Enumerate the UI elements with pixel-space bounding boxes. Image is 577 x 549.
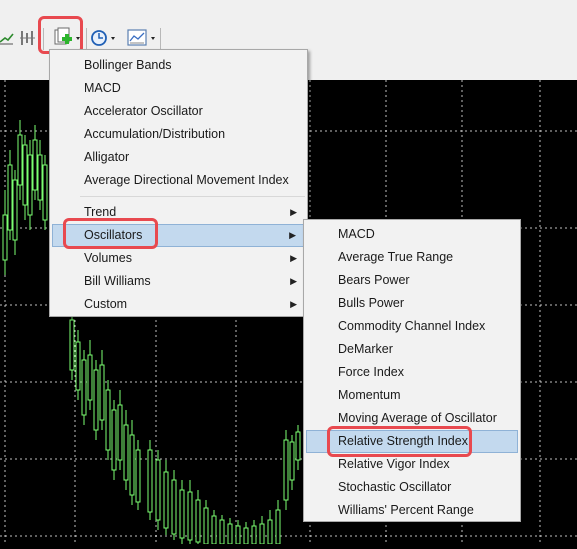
candle-body (105, 389, 111, 451)
candle-body (135, 449, 141, 503)
menu-item-label: Volumes (84, 251, 132, 265)
candle-body (275, 509, 281, 545)
candle-body (27, 154, 33, 216)
candle-body (12, 179, 18, 241)
menu-item-label: Bill Williams (84, 274, 151, 288)
submenu-item-demarker[interactable]: DeMarker (306, 338, 518, 361)
submenu-item-label: Commodity Channel Index (338, 319, 486, 333)
candle-body (179, 489, 185, 539)
submenu-item-label: Average True Range (338, 250, 454, 264)
menu-item-label: Alligator (84, 150, 130, 164)
menu-item-label: Accumulation/Distribution (84, 127, 226, 141)
submenu-arrow-icon: ▶ (290, 253, 297, 263)
line-chart-icon[interactable] (0, 24, 14, 52)
candle-body (227, 523, 233, 545)
candle-body (2, 214, 8, 261)
candle-body (7, 164, 13, 231)
candle-body (155, 459, 161, 521)
menu-item-label: Custom (84, 297, 128, 311)
candle-body (211, 515, 217, 545)
menu-separator (80, 196, 305, 197)
candle-body (42, 164, 48, 221)
submenu-arrow-icon: ▶ (289, 230, 296, 240)
candle-body (111, 409, 117, 471)
menu-item-volumes[interactable]: Volumes ▶ (52, 247, 305, 270)
candle-body (289, 441, 295, 481)
candle-body (37, 154, 43, 201)
candle-body (203, 507, 209, 545)
submenu-arrow-icon: ▶ (290, 207, 297, 217)
menu-item-accelerator-oscillator[interactable]: Accelerator Oscillator (52, 100, 305, 123)
candle-body (117, 404, 123, 461)
submenu-item-average-true-range[interactable]: Average True Range (306, 246, 518, 269)
candle-body (251, 525, 257, 545)
candle-body (195, 499, 201, 543)
submenu-item-label: Relative Vigor Index (338, 457, 450, 471)
menu-item-bill-williams[interactable]: Bill Williams ▶ (52, 270, 305, 293)
candle-body (129, 434, 135, 496)
menu-item-label: Average Directional Movement Index (84, 173, 289, 187)
menu-item-label: Trend (84, 205, 117, 219)
submenu-item-label: DeMarker (338, 342, 393, 356)
oscillators-highlight (63, 218, 158, 249)
candle-body (163, 471, 169, 529)
menu-item-alligator[interactable]: Alligator (52, 146, 305, 169)
menu-item-average-directional-movement-index[interactable]: Average Directional Movement Index (52, 169, 305, 192)
toolbar-separator (160, 28, 161, 50)
oscillators-submenu: MACD Average True Range Bears Power Bulls P… (303, 219, 521, 522)
candle-body (147, 449, 153, 513)
submenu-item-momentum[interactable]: Momentum (306, 384, 518, 407)
candle-body (267, 519, 273, 545)
candle-body (32, 139, 38, 191)
candle-body (99, 364, 105, 421)
submenu-item-bulls-power[interactable]: Bulls Power (306, 292, 518, 315)
menu-item-label: Bollinger Bands (84, 58, 172, 72)
menu-item-label: Accelerator Oscillator (84, 104, 203, 118)
candle-body (87, 354, 93, 401)
templates-button[interactable] (126, 24, 158, 52)
submenu-item-label: Stochastic Oscillator (338, 480, 452, 494)
candle-body (295, 431, 301, 461)
submenu-item-stochastic-oscillator[interactable]: Stochastic Oscillator (306, 476, 518, 499)
candle-body (93, 369, 99, 431)
submenu-item-label: Moving Average of Oscillator (338, 411, 497, 425)
clock-period-button[interactable] (90, 24, 120, 52)
submenu-item-bears-power[interactable]: Bears Power (306, 269, 518, 292)
indicators-menu: Bollinger Bands MACD Accelerator Oscillato… (49, 49, 308, 317)
candle-body (69, 319, 75, 371)
candle-body (17, 134, 23, 186)
candle-body (123, 424, 129, 481)
submenu-item-williams-percent-range[interactable]: Williams' Percent Range (306, 499, 518, 522)
submenu-item-macd[interactable]: MACD (306, 223, 518, 246)
rsi-highlight (327, 426, 472, 457)
submenu-item-label: Bears Power (338, 273, 410, 287)
submenu-arrow-icon: ▶ (290, 299, 297, 309)
candle-body (81, 359, 87, 416)
submenu-arrow-icon: ▶ (290, 276, 297, 286)
candle-body (235, 525, 241, 545)
submenu-item-commodity-channel-index[interactable]: Commodity Channel Index (306, 315, 518, 338)
candle-body (171, 479, 177, 535)
menu-item-custom[interactable]: Custom ▶ (52, 293, 305, 316)
candle-body (75, 341, 81, 391)
candle-body (243, 527, 249, 545)
submenu-item-label: MACD (338, 227, 375, 241)
submenu-item-label: Momentum (338, 388, 401, 402)
toolbar-separator (86, 28, 87, 50)
candle-body (187, 491, 193, 541)
menu-item-bollinger-bands[interactable]: Bollinger Bands (52, 54, 305, 77)
candle-body (283, 439, 289, 501)
period-separators-icon[interactable] (18, 24, 38, 52)
menu-item-accumulation-distribution[interactable]: Accumulation/Distribution (52, 123, 305, 146)
menu-item-label: MACD (84, 81, 121, 95)
submenu-item-label: Williams' Percent Range (338, 503, 474, 517)
candle-body (219, 519, 225, 545)
submenu-item-force-index[interactable]: Force Index (306, 361, 518, 384)
candle-body (22, 144, 28, 206)
submenu-item-label: Bulls Power (338, 296, 404, 310)
submenu-item-label: Force Index (338, 365, 405, 379)
candle-body (259, 523, 265, 545)
menu-item-macd[interactable]: MACD (52, 77, 305, 100)
